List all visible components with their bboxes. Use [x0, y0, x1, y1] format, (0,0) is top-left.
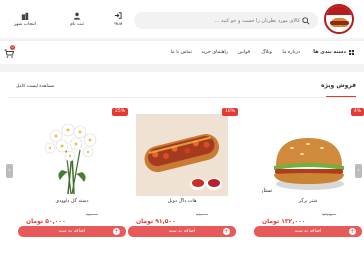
site-logo[interactable] [324, 4, 354, 34]
product-name[interactable]: دسته گل داوودی [18, 199, 126, 204]
login-button[interactable]: ورود [106, 12, 130, 26]
product-image-flowers[interactable] [26, 114, 118, 196]
old-price: ۶۸,۰۰۰ [86, 212, 99, 217]
product-card[interactable]: 10% هات داگ دوبل ۹۹,۰۰۰ ۹۱,۵۰۰ تومان + ا… [128, 106, 238, 248]
view-all-link[interactable]: مشاهده لیست کامل [16, 84, 54, 89]
plus-icon: + [113, 228, 120, 235]
nav-link-blog[interactable]: وبلاگ [261, 50, 272, 55]
add-to-cart-button[interactable]: + اضافه به سبد [128, 226, 236, 237]
old-price: ۹۹,۰۰۰ [196, 212, 209, 217]
discount-badge: 10% [221, 108, 238, 116]
plus-icon: + [349, 228, 356, 235]
nav-link-guide[interactable]: راهنمای خرید [201, 50, 228, 55]
grid-icon [349, 49, 354, 55]
product-price: ۹۱,۵۰۰ تومان [136, 218, 176, 225]
section-divider [8, 97, 356, 98]
svg-text:ستاره: ستاره [262, 187, 272, 194]
main-nav: دسته بندی ها درباره ما وبلاگ قوانین راهن… [0, 40, 364, 64]
carousel-prev-arrow[interactable]: ‹ [6, 164, 13, 178]
register-label: ثبت نام [70, 22, 84, 27]
add-to-cart-button[interactable]: + اضافه به سبد [254, 226, 362, 237]
old-price: ۱۳۷,۵۰۰ [322, 212, 337, 217]
product-name[interactable]: هات داگ دوبل [128, 199, 236, 204]
register-button[interactable]: ثبت نام [62, 12, 92, 27]
plus-icon: + [223, 228, 230, 235]
section-title: فروش ویژه [320, 82, 356, 89]
product-name[interactable]: شتر برگر [254, 199, 362, 204]
categories-label: دسته بندی ها [313, 49, 346, 55]
product-image-hotdog[interactable] [136, 114, 228, 196]
cart-count-badge: 0 [10, 45, 15, 50]
product-price: ۵۰,۰۰۰ تومان [26, 218, 66, 225]
login-label: ورود [113, 21, 123, 26]
city-select-label: انتخاب شهر [13, 22, 37, 27]
search-bar[interactable] [134, 12, 318, 29]
login-icon [114, 12, 122, 19]
cart-icon[interactable] [4, 49, 14, 58]
building-icon [21, 12, 29, 20]
discount-badge: 4% [350, 108, 364, 116]
nav-link-about[interactable]: درباره ما [282, 50, 300, 55]
categories-menu[interactable]: دسته بندی ها [313, 49, 354, 55]
search-input[interactable] [142, 17, 300, 24]
product-card[interactable]: 25% دسته گل داوودی ۶۸,۰۰۰ ۵۰,۰۰۰ تومان +… [18, 106, 128, 248]
nav-link-contact[interactable]: تماس با ما [171, 50, 192, 55]
discount-badge: 25% [111, 108, 128, 116]
special-offers-section: فروش ویژه مشاهده لیست کامل › ‹ ستاره 4% … [0, 72, 364, 254]
search-icon[interactable] [302, 16, 310, 25]
product-price: ۱۳۲,۰۰۰ تومان [262, 218, 306, 225]
add-to-cart-button[interactable]: + اضافه به سبد [18, 226, 126, 237]
site-header: ورود ثبت نام انتخاب شهر [0, 0, 364, 38]
nav-link-rules[interactable]: قوانین [237, 50, 250, 55]
user-icon [73, 12, 81, 20]
product-image-burger[interactable]: ستاره [262, 114, 354, 196]
city-select-button[interactable]: انتخاب شهر [8, 12, 42, 27]
product-card[interactable]: ستاره 4% شتر برگر ۱۳۷,۵۰۰ ۱۳۲,۰۰۰ تومان … [254, 106, 364, 248]
